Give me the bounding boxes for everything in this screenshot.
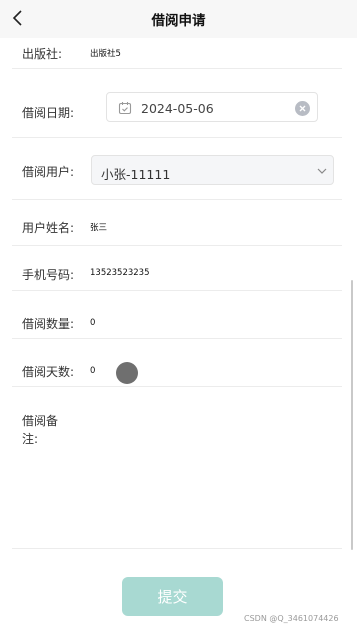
navbar: 借阅申请 [0, 0, 357, 38]
phone-label: 手机号码: [22, 268, 75, 282]
back-button[interactable] [8, 7, 28, 29]
borrow-date-label: 借阅日期: [22, 106, 75, 120]
clear-date-button[interactable] [295, 101, 310, 116]
user-name-row: 用户姓名: 张三 [12, 200, 342, 246]
phone-value: 13523523235 [90, 268, 150, 278]
days-row: 借阅天数: 0 [12, 339, 342, 387]
remark-label-line2: 注: [22, 432, 39, 446]
chevron-left-icon [12, 10, 22, 26]
page-title: 借阅申请 [151, 13, 206, 29]
slider-handle[interactable] [116, 362, 138, 384]
phone-row: 手机号码: 13523523235 [12, 246, 342, 291]
user-name-value: 张三 [90, 223, 108, 233]
publisher-label: 出版社: [22, 47, 63, 61]
quantity-value[interactable]: 0 [90, 318, 95, 328]
chevron-down-icon [317, 168, 327, 174]
quantity-row: 借阅数量: 0 [12, 291, 342, 339]
days-label: 借阅天数: [22, 365, 75, 379]
borrow-date-value: 2024-05-06 [141, 101, 214, 116]
calendar-icon [118, 102, 132, 115]
borrow-user-label: 借阅用户: [22, 165, 75, 179]
remark-label-line1: 借阅备 [22, 414, 59, 428]
remark-row[interactable]: 借阅备 注: [12, 393, 342, 549]
publisher-row: 出版社: 出版社5 [12, 38, 342, 69]
submit-button[interactable]: 提交 [122, 577, 223, 616]
clear-icon [299, 105, 306, 112]
borrow-user-value: 小张-11111 [101, 167, 171, 182]
watermark: CSDN @Q_3461074426 [244, 614, 339, 623]
days-value[interactable]: 0 [90, 366, 95, 376]
publisher-value: 出版社5 [90, 49, 121, 59]
scrollbar[interactable] [351, 280, 353, 550]
quantity-label: 借阅数量: [22, 317, 75, 331]
user-name-label: 用户姓名: [22, 221, 75, 235]
borrow-date-picker[interactable]: 2024-05-06 [106, 92, 318, 122]
borrow-user-select[interactable]: 小张-11111 [91, 155, 334, 185]
